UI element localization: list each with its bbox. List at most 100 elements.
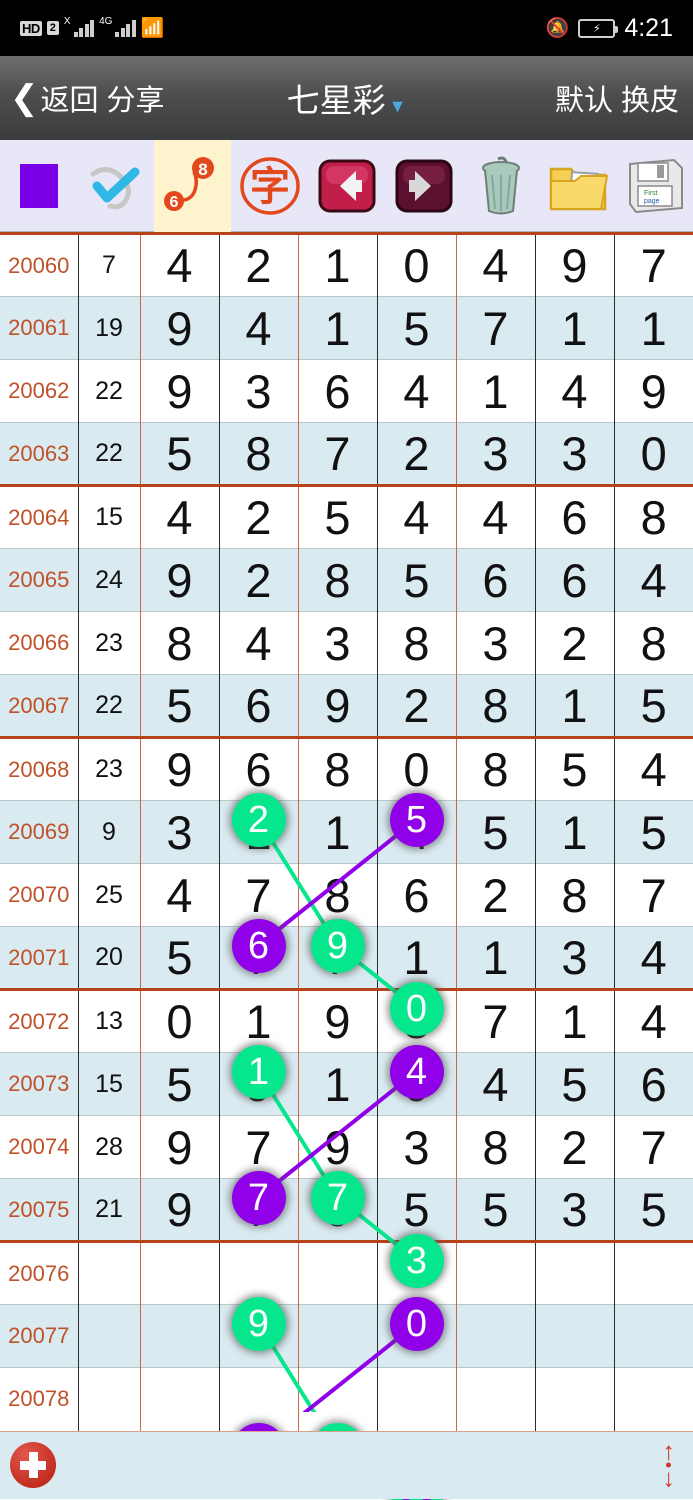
cell-number[interactable]: 1: [298, 232, 378, 297]
cell-number[interactable]: 2: [456, 863, 536, 927]
cell-number[interactable]: 2: [377, 674, 457, 738]
cell-number[interactable]: 7: [219, 1115, 299, 1179]
table-row[interactable]: 20075 21 9 7 0 5 5 3 5: [0, 1178, 693, 1242]
cell-number[interactable]: 6: [377, 863, 457, 927]
cell-number[interactable]: 4: [456, 484, 536, 549]
scroll-updown-button[interactable]: ↑ ↓: [663, 1439, 676, 1491]
cell-number[interactable]: 5: [456, 800, 536, 864]
cell-number[interactable]: [614, 1304, 693, 1368]
cell-number[interactable]: 5: [140, 1052, 220, 1116]
cell-number[interactable]: 9: [140, 1178, 220, 1242]
cell-number[interactable]: 0: [298, 1178, 378, 1242]
table-row[interactable]: 20076: [0, 1240, 693, 1305]
cell-number[interactable]: 5: [298, 484, 378, 549]
cell-number[interactable]: [535, 1304, 615, 1368]
cell-number[interactable]: 2: [377, 422, 457, 486]
cell-number[interactable]: 6: [535, 484, 615, 549]
cell-number[interactable]: 2: [219, 484, 299, 549]
cell-number[interactable]: 8: [535, 863, 615, 927]
cell-number[interactable]: 5: [377, 296, 457, 360]
skin-switch-button[interactable]: 默认 换皮: [555, 77, 693, 119]
cell-number[interactable]: 1: [614, 296, 693, 360]
connect-numbers-button[interactable]: 6 8: [154, 139, 231, 232]
cell-number[interactable]: 7: [614, 863, 693, 927]
cell-number[interactable]: 4: [377, 800, 457, 864]
cell-number[interactable]: 8: [456, 1115, 536, 1179]
delete-button[interactable]: [462, 140, 539, 232]
cell-number[interactable]: 9: [140, 1115, 220, 1179]
cell-number[interactable]: 6: [456, 548, 536, 612]
cell-number[interactable]: 3: [535, 422, 615, 486]
cell-number[interactable]: [614, 1240, 693, 1305]
cell-number[interactable]: [535, 1240, 615, 1305]
cell-number[interactable]: 3: [219, 359, 299, 423]
cell-number[interactable]: 0: [377, 232, 457, 297]
cell-number[interactable]: 5: [614, 1178, 693, 1242]
cell-number[interactable]: 1: [456, 359, 536, 423]
cell-number[interactable]: 9: [219, 1052, 299, 1116]
cell-number[interactable]: 3: [456, 611, 536, 675]
cell-number[interactable]: 7: [219, 926, 299, 990]
cell-number[interactable]: 9: [298, 674, 378, 738]
cell-number[interactable]: 6: [219, 674, 299, 738]
cell-number[interactable]: 7: [298, 422, 378, 486]
cell-number[interactable]: 5: [614, 800, 693, 864]
check-mark-button[interactable]: [77, 140, 154, 232]
cell-number[interactable]: 6: [614, 1052, 693, 1116]
cell-number[interactable]: 4: [614, 736, 693, 801]
cell-number[interactable]: 9: [535, 232, 615, 297]
back-share-button[interactable]: ❮ 返回 分享: [0, 77, 165, 119]
cell-number[interactable]: [219, 1240, 299, 1305]
cell-number[interactable]: [377, 1367, 457, 1431]
add-button[interactable]: [10, 1442, 56, 1488]
cell-number[interactable]: 8: [140, 611, 220, 675]
cell-number[interactable]: 4: [614, 926, 693, 990]
cell-number[interactable]: 8: [219, 422, 299, 486]
cell-number[interactable]: 4: [219, 611, 299, 675]
cell-number[interactable]: 3: [456, 422, 536, 486]
cell-number[interactable]: 5: [377, 1178, 457, 1242]
cell-number[interactable]: 4: [377, 359, 457, 423]
cell-number[interactable]: 5: [535, 736, 615, 801]
table-row[interactable]: 20065 24 9 2 8 5 6 6 4: [0, 548, 693, 612]
cell-number[interactable]: [456, 1240, 536, 1305]
cell-number[interactable]: 3: [535, 1178, 615, 1242]
table-row[interactable]: 20063 22 5 8 7 2 3 3 0: [0, 422, 693, 486]
cell-number[interactable]: 8: [298, 548, 378, 612]
table-row[interactable]: 20060 7 4 2 1 0 4 9 7: [0, 232, 693, 297]
cell-number[interactable]: 5: [535, 1052, 615, 1116]
table-row[interactable]: 20074 28 9 7 9 3 8 2 7: [0, 1115, 693, 1179]
cell-number[interactable]: 8: [377, 611, 457, 675]
cell-number[interactable]: [614, 1367, 693, 1431]
table-row[interactable]: 20069 9 3 1 1 4 5 1 5: [0, 800, 693, 864]
table-row[interactable]: 20064 15 4 2 5 4 4 6 8: [0, 484, 693, 549]
cell-number[interactable]: [140, 1304, 220, 1368]
cell-number[interactable]: [377, 1240, 457, 1305]
cell-number[interactable]: 5: [140, 926, 220, 990]
cell-number[interactable]: [219, 1367, 299, 1431]
cell-number[interactable]: 2: [219, 548, 299, 612]
cell-number[interactable]: [298, 1240, 378, 1305]
table-row[interactable]: 20066 23 8 4 3 8 3 2 8: [0, 611, 693, 675]
cell-number[interactable]: 0: [377, 1052, 457, 1116]
cell-number[interactable]: 1: [535, 800, 615, 864]
cell-number[interactable]: [456, 1304, 536, 1368]
cell-number[interactable]: [140, 1367, 220, 1431]
cell-number[interactable]: 7: [614, 232, 693, 297]
cell-number[interactable]: 1: [535, 674, 615, 738]
save-button[interactable]: First page: [616, 140, 693, 232]
table-row[interactable]: 20070 25 4 7 8 6 2 8 7: [0, 863, 693, 927]
cell-number[interactable]: 5: [377, 548, 457, 612]
cell-number[interactable]: 7: [219, 1178, 299, 1242]
table-row[interactable]: 20068 23 9 6 8 0 8 5 4: [0, 736, 693, 801]
cell-number[interactable]: 6: [298, 359, 378, 423]
cell-number[interactable]: 5: [140, 422, 220, 486]
color-swatch-button[interactable]: [0, 140, 77, 232]
cell-number[interactable]: 4: [140, 484, 220, 549]
cell-number[interactable]: 1: [219, 800, 299, 864]
cell-number[interactable]: 9: [140, 736, 220, 801]
cell-number[interactable]: 2: [535, 611, 615, 675]
cell-number[interactable]: 4: [377, 484, 457, 549]
table-row[interactable]: 20072 13 0 1 9 3 7 1 4: [0, 988, 693, 1053]
cell-number[interactable]: 1: [456, 926, 536, 990]
